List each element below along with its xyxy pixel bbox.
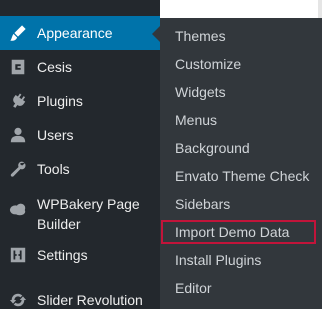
submenu-item-label: Install Plugins	[175, 252, 262, 268]
submenu-item-envato-theme-check[interactable]: Envato Theme Check	[175, 162, 322, 190]
submenu-item-editor[interactable]: Editor	[175, 274, 322, 302]
sidebar-item-label: WPBakery Page Builder	[37, 196, 140, 232]
submenu-item-label: Themes	[175, 28, 226, 44]
submenu-item-label: Envato Theme Check	[175, 168, 310, 184]
submenu-item-widgets[interactable]: Widgets	[175, 78, 322, 106]
sidebar-item-label: Appearance	[37, 25, 113, 41]
submenu-item-sidebars[interactable]: Sidebars	[175, 190, 322, 218]
sidebar-item-slider-revolution[interactable]: Slider Revolution	[0, 283, 160, 317]
paintbrush-icon	[9, 24, 27, 42]
cloud-icon	[9, 200, 27, 218]
wrench-icon	[9, 160, 27, 178]
sidebar-item-settings[interactable]: Settings	[0, 238, 160, 272]
sidebar-item-label: Slider Revolution	[37, 292, 143, 308]
submenu-item-label: Customize	[175, 56, 242, 72]
submenu-item-menus[interactable]: Menus	[175, 106, 322, 134]
submenu-item-label: Widgets	[175, 84, 226, 100]
sidebar-item-appearance[interactable]: Appearance	[0, 16, 160, 50]
submenu-item-install-plugins[interactable]: Install Plugins	[175, 246, 322, 274]
plug-icon	[9, 92, 27, 110]
content-area-background	[160, 0, 322, 18]
sidebar-item-tools[interactable]: Tools	[0, 152, 160, 186]
submenu-item-label: Menus	[175, 112, 218, 128]
refresh-icon	[9, 291, 27, 309]
submenu-item-label: Sidebars	[175, 196, 231, 212]
user-icon	[9, 126, 27, 144]
cesis-logo-icon	[9, 58, 27, 76]
sidebar-item-cesis[interactable]: Cesis	[0, 50, 160, 84]
settings-sliders-icon	[9, 246, 27, 264]
sidebar-item-plugins[interactable]: Plugins	[0, 84, 160, 118]
sidebar-item-users[interactable]: Users	[0, 118, 160, 152]
submenu-item-label: Background	[175, 140, 250, 156]
sidebar-item-wpbakery[interactable]: WPBakery Page Builder	[0, 188, 160, 236]
sidebar-item-label: Tools	[37, 161, 70, 177]
sidebar-item-label: Users	[37, 127, 74, 143]
submenu-item-customize[interactable]: Customize	[175, 50, 322, 78]
submenu-item-background[interactable]: Background	[175, 134, 322, 162]
submenu-item-label: Editor	[175, 280, 212, 296]
sidebar-item-label: Cesis	[37, 59, 73, 75]
submenu-item-themes[interactable]: Themes	[175, 22, 322, 50]
admin-sidebar: Appearance Cesis Plugins Users Tools WPB…	[0, 0, 160, 309]
appearance-submenu: Themes Customize Widgets Menus Backgroun…	[160, 18, 322, 309]
highlight-box	[161, 220, 316, 244]
content-edge	[318, 0, 322, 18]
submenu-pointer	[152, 26, 160, 42]
sidebar-item-label: Settings	[37, 247, 88, 263]
sidebar-item-label: Plugins	[37, 93, 83, 109]
